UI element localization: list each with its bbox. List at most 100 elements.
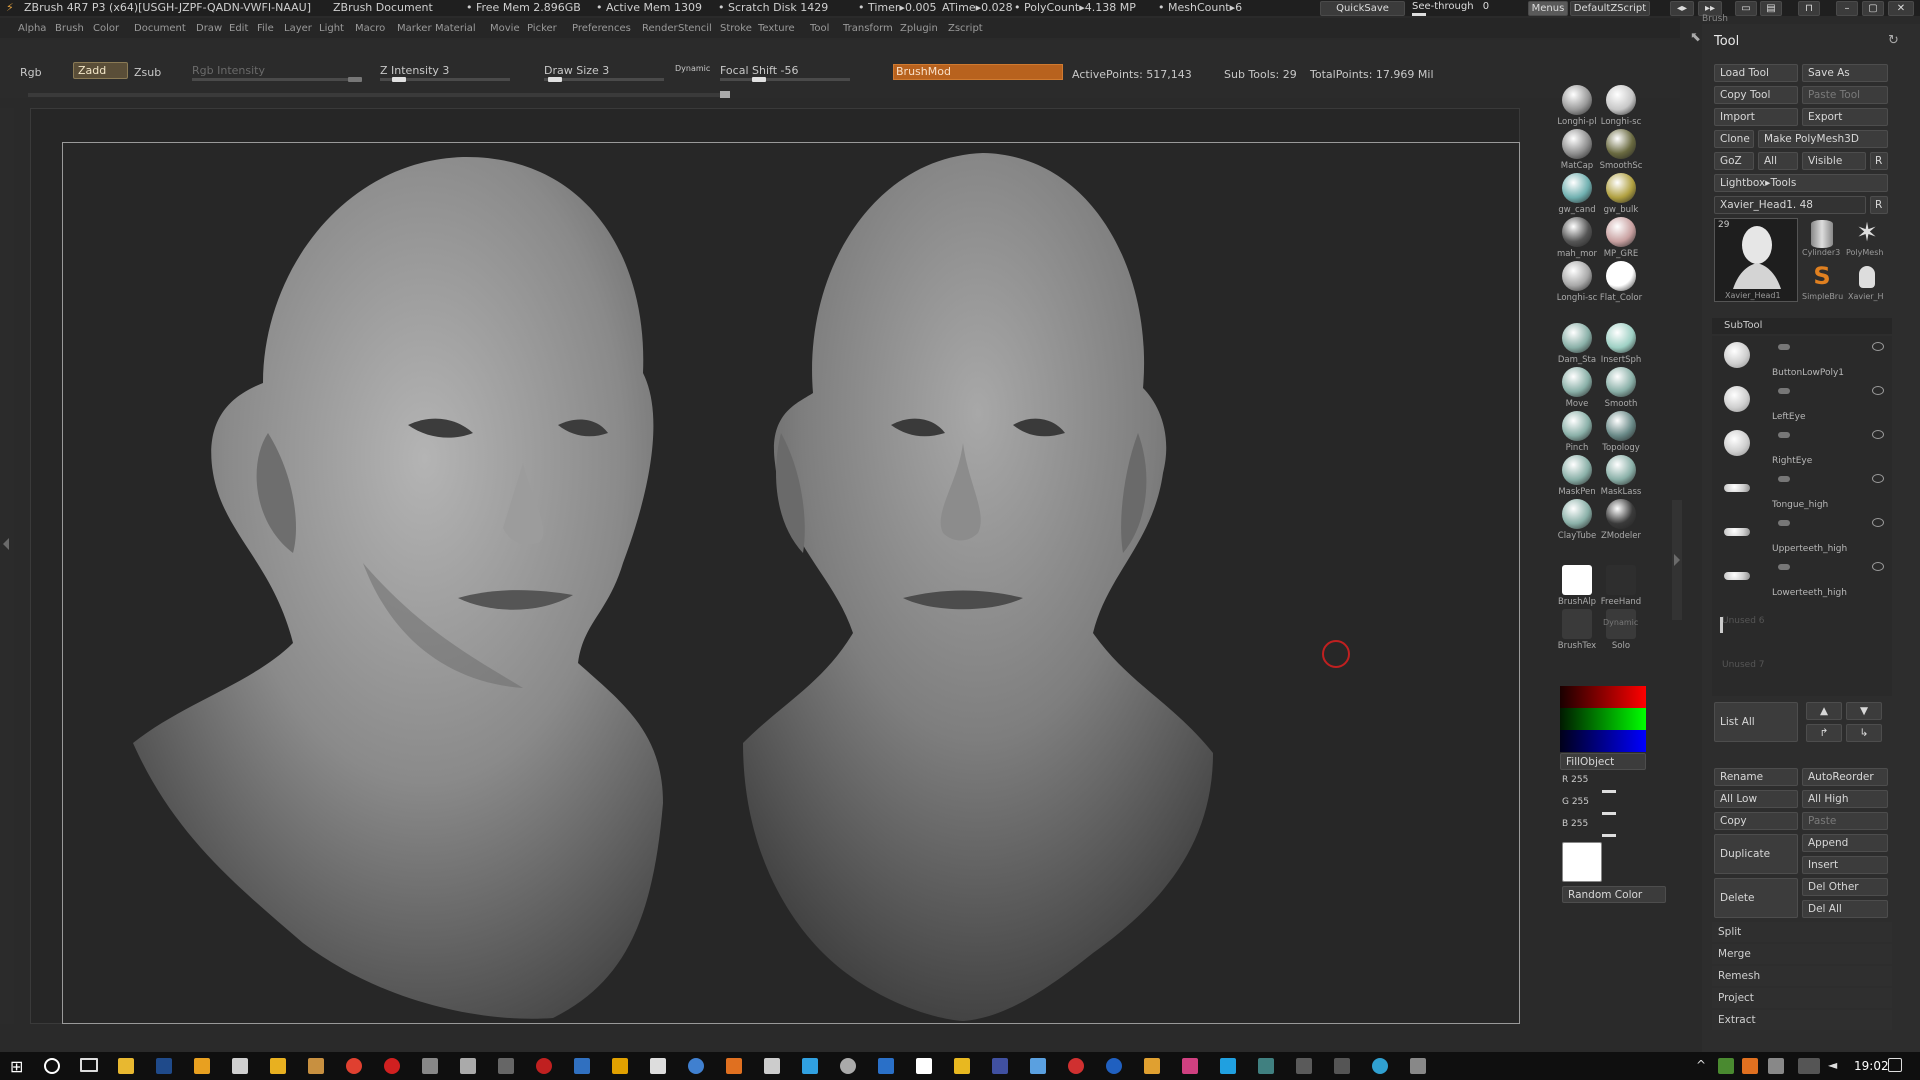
volume-icon[interactable]: ◄ xyxy=(1828,1058,1844,1074)
keyboard-icon[interactable] xyxy=(1798,1058,1820,1074)
app-icon-18[interactable] xyxy=(1106,1058,1122,1074)
brush-solo[interactable]: Solo xyxy=(1599,609,1643,651)
brush-gw-bulk[interactable]: gw_bulk xyxy=(1599,173,1643,215)
menu-zscript[interactable]: Zscript xyxy=(948,23,983,34)
brush-smooth[interactable]: Smooth xyxy=(1599,367,1643,409)
menu-color[interactable]: Color xyxy=(93,23,119,34)
maximize-icon[interactable]: ▢ xyxy=(1862,1,1884,16)
app-icon-4[interactable] xyxy=(498,1058,514,1074)
taskbar-clock[interactable]: 19:02 xyxy=(1854,1059,1889,1073)
menu-edit[interactable]: Edit xyxy=(229,23,248,34)
brush-masklass[interactable]: MaskLass xyxy=(1599,455,1643,497)
current-tool-slider[interactable]: Xavier_Head1. 48 xyxy=(1714,196,1866,214)
menu-document[interactable]: Document xyxy=(134,23,186,34)
z-intensity-knob[interactable] xyxy=(392,77,406,82)
quicksave-button[interactable]: QuickSave xyxy=(1320,1,1405,16)
goz-all-button[interactable]: All xyxy=(1758,152,1798,170)
right-tray-arrow-icon[interactable] xyxy=(1674,554,1680,566)
goz-visible-button[interactable]: Visible xyxy=(1802,152,1866,170)
menu-stencil[interactable]: Stencil xyxy=(678,23,712,34)
focal-shift-knob[interactable] xyxy=(752,77,766,82)
brush-flat-color[interactable]: Flat_Color xyxy=(1599,261,1643,303)
rgb-intensity-knob[interactable] xyxy=(348,77,362,82)
brush-insertsph[interactable]: InsertSph xyxy=(1599,323,1643,365)
notifications-icon[interactable] xyxy=(1888,1058,1902,1072)
subtool-visibility-eye-icon[interactable] xyxy=(1872,518,1884,527)
fillobject-button[interactable]: FillObject xyxy=(1560,753,1646,770)
append-button[interactable]: Append xyxy=(1802,834,1888,852)
subtool-row[interactable]: LeftEye xyxy=(1712,382,1892,426)
red-slider-knob[interactable] xyxy=(1602,790,1616,793)
save-as-button[interactable]: Save As xyxy=(1802,64,1888,82)
menu-alpha[interactable]: Alpha xyxy=(18,23,46,34)
green-slider-knob[interactable] xyxy=(1602,812,1616,815)
subtool-visibility-eye-icon[interactable] xyxy=(1872,474,1884,483)
brush-maskpen[interactable]: MaskPen xyxy=(1555,455,1599,497)
subtool-polypaint-toggle[interactable] xyxy=(1778,476,1790,482)
menu-layer[interactable]: Layer xyxy=(284,23,312,34)
brush-zmodeler[interactable]: ZModeler xyxy=(1599,499,1643,541)
red-value[interactable]: R 255 xyxy=(1562,775,1588,785)
app-icon-17[interactable] xyxy=(1068,1058,1084,1074)
marmoset-icon[interactable] xyxy=(270,1058,286,1074)
recorder-icon[interactable] xyxy=(384,1058,400,1074)
app-icon-7[interactable] xyxy=(650,1058,666,1074)
extract-section[interactable]: Extract xyxy=(1712,1010,1892,1030)
brush-gw-cand[interactable]: gw_cand xyxy=(1555,173,1599,215)
tray-expand-icon[interactable]: ^ xyxy=(1696,1058,1708,1074)
refresh-icon[interactable]: ↻ xyxy=(1888,33,1899,48)
red-channel-bar[interactable] xyxy=(1560,686,1646,708)
minimize-icon[interactable]: – xyxy=(1836,1,1858,16)
subtool-visibility-eye-icon[interactable] xyxy=(1872,386,1884,395)
paste-tool-button[interactable]: Paste Tool xyxy=(1802,86,1888,104)
tool-thumb-xavier-small[interactable]: Xavier_H xyxy=(1846,262,1888,302)
document-canvas[interactable] xyxy=(62,142,1520,1024)
subtool-header[interactable]: SubTool xyxy=(1712,318,1892,334)
tool-collapse-icon[interactable]: ⬉ xyxy=(1690,30,1701,45)
brush-claytube[interactable]: ClayTube xyxy=(1555,499,1599,541)
tool-thumb-polymesh[interactable]: ✶ PolyMesh xyxy=(1846,218,1888,260)
subtool-unused-6[interactable]: Unused 6 xyxy=(1722,616,1765,626)
brush-mp-gre[interactable]: MP_GRE xyxy=(1599,217,1643,259)
menu-transform[interactable]: Transform xyxy=(843,23,893,34)
tray-icon-2[interactable] xyxy=(1742,1058,1758,1074)
green-value[interactable]: G 255 xyxy=(1562,797,1589,807)
move-up-icon[interactable]: ▲ xyxy=(1806,702,1842,720)
make-polymesh-button[interactable]: Make PolyMesh3D xyxy=(1758,130,1888,148)
remesh-section[interactable]: Remesh xyxy=(1712,966,1892,986)
load-tool-button[interactable]: Load Tool xyxy=(1714,64,1798,82)
export-button[interactable]: Export xyxy=(1802,108,1888,126)
draw-size-knob[interactable] xyxy=(548,77,562,82)
brush-brushtex[interactable]: BrushTex xyxy=(1555,609,1599,651)
menu-render[interactable]: Render xyxy=(642,23,678,34)
menu-macro[interactable]: Macro xyxy=(355,23,385,34)
subtool-polypaint-toggle[interactable] xyxy=(1778,564,1790,570)
menu-marker[interactable]: Marker xyxy=(397,23,432,34)
app-icon-14[interactable] xyxy=(954,1058,970,1074)
app-icon-13[interactable] xyxy=(916,1058,932,1074)
visual-studio-icon[interactable] xyxy=(878,1058,894,1074)
file-explorer-icon[interactable] xyxy=(118,1058,134,1074)
rgb-button[interactable]: Rgb xyxy=(20,66,42,79)
menus-button[interactable]: Menus xyxy=(1528,1,1568,16)
app-icon-12[interactable] xyxy=(840,1058,856,1074)
current-tool-r-button[interactable]: R xyxy=(1870,196,1888,214)
left-tray-arrow-icon[interactable] xyxy=(3,538,9,550)
draw-size-slider[interactable] xyxy=(544,78,664,81)
menu-draw[interactable]: Draw xyxy=(196,23,222,34)
brushmod-slider[interactable]: BrushMod xyxy=(893,64,1063,80)
rename-button[interactable]: Rename xyxy=(1714,768,1798,786)
brush-longhi-sc[interactable]: Longhi-sc xyxy=(1555,261,1599,303)
dynamic-toggle[interactable]: Dynamic xyxy=(675,64,710,73)
app-icon-8[interactable] xyxy=(688,1058,704,1074)
delete-button[interactable]: Delete xyxy=(1714,878,1798,918)
app-icon-15[interactable] xyxy=(992,1058,1008,1074)
zsub-button[interactable]: Zsub xyxy=(134,66,161,79)
chrome-icon[interactable] xyxy=(346,1058,362,1074)
app-icon-25[interactable] xyxy=(1410,1058,1426,1074)
photoshop-icon[interactable] xyxy=(156,1058,172,1074)
timeline-knob[interactable] xyxy=(720,91,730,98)
tray-icon-3[interactable] xyxy=(1768,1058,1784,1074)
del-other-button[interactable]: Del Other xyxy=(1802,878,1888,896)
brush-smoothsc[interactable]: SmoothSc xyxy=(1599,129,1643,171)
